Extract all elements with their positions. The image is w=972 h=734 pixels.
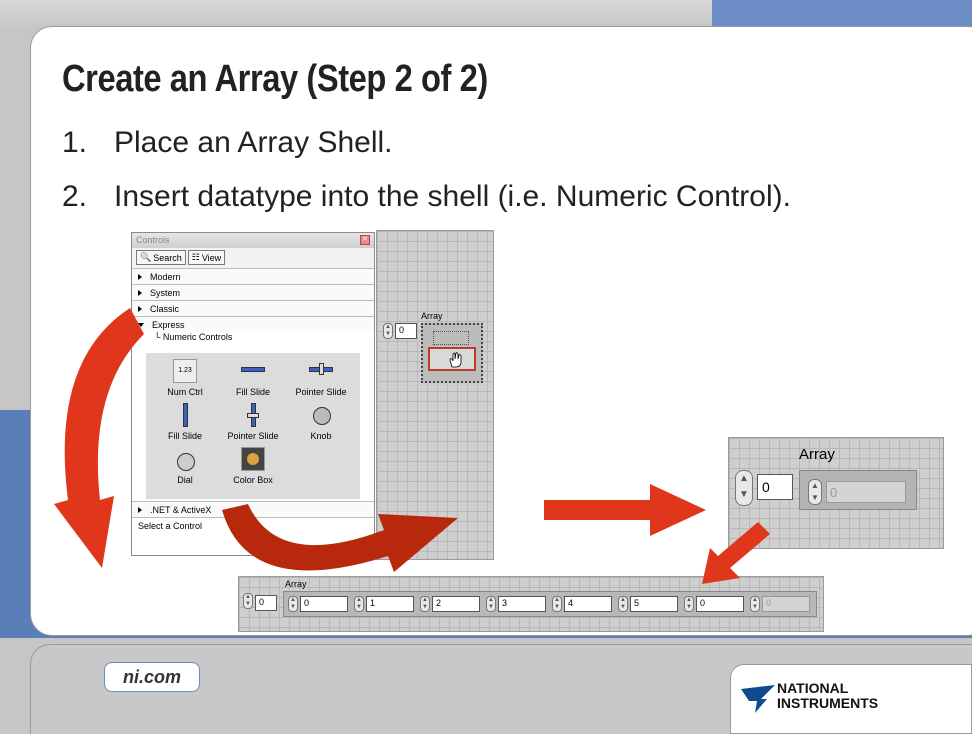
category-classic[interactable]: Classic [132,300,374,316]
control-pointer-slide-h[interactable]: Pointer Slide [286,359,356,397]
pointer-slide-icon [309,359,333,383]
slide-title: Create an Array (Step 2 of 2) [62,58,488,100]
subcategory-label: Numeric Controls [162,332,233,342]
array-element-6[interactable]: 0 [696,596,744,612]
index-spinner-1[interactable]: ▲ ▼ [383,323,393,339]
control-label: Fill Slide [235,387,270,397]
expand-icon [138,289,142,296]
control-label: Knob [310,431,332,441]
control-fill-slide-v[interactable]: Fill Slide [150,403,220,441]
category-label: Modern [150,271,181,282]
view-icon: ☷ [191,252,200,262]
palette-titlebar[interactable]: Controls ✕ [132,233,374,248]
knob-icon [309,403,333,427]
category-system[interactable]: System [132,284,374,300]
color-box-icon [241,447,265,471]
curved-arrow-bottom-icon [222,504,458,572]
category-modern[interactable]: Modern [132,268,374,284]
array-element-3[interactable]: 3 [498,596,546,612]
element-spinner[interactable]: ▲ ▼ [552,596,562,612]
search-icon: 🔍 [140,252,152,262]
index-control-1[interactable]: 0 [395,323,417,339]
element-spinner[interactable]: ▲ ▼ [486,596,496,612]
step-2-text: Insert datatype into the shell (i.e. Num… [114,180,791,213]
control-label: Num Ctrl [167,387,203,397]
element-spinner[interactable]: ▲ ▼ [618,596,628,612]
close-icon[interactable]: ✕ [360,235,370,245]
ni-link-text: ni.com [122,666,181,687]
index-control-3[interactable]: 0 [255,595,277,611]
control-knob[interactable]: Knob [286,403,356,441]
palette-toolbar: 🔍 Search ☷ View [132,248,374,268]
drop-target[interactable] [428,347,476,371]
element-spinner[interactable]: ▲ ▼ [354,596,364,612]
array-element-0[interactable]: 0 [300,596,348,612]
element-spinner[interactable]: ▲ ▼ [420,596,430,612]
diagonal-arrow-icon [702,522,770,584]
shell-placeholder [433,331,469,345]
control-pointer-slide-v[interactable]: Pointer Slide [218,403,288,441]
index-control-2[interactable]: 0 [757,474,793,500]
element-spinner[interactable]: ▲ ▼ [684,596,694,612]
vertical-pointer-slide-icon [241,403,265,427]
array-element-4[interactable]: 4 [564,596,612,612]
numeric-control-icon: 1.23 [173,359,197,383]
element-spinner[interactable]: ▲ ▼ [288,596,298,612]
array-element-1[interactable]: 1 [366,596,414,612]
array-element-2[interactable]: 2 [432,596,480,612]
subcategory-numeric[interactable]: └ Numeric Controls [132,332,374,344]
dial-icon [173,447,197,471]
palette-title: Controls [136,235,170,245]
eagle-logo-icon [741,685,775,713]
step-2: 2. Insert datatype into the shell (i.e. N… [62,180,791,214]
view-button-label: View [201,252,222,263]
element-spinner[interactable]: ▲ ▼ [750,596,760,612]
control-label: Pointer Slide [295,387,347,397]
control-dial[interactable]: Dial [150,447,220,485]
logo-line-1: NATIONAL [777,680,849,696]
curved-arrow-left-icon [54,308,144,568]
expand-icon [138,273,142,280]
array-shell[interactable] [421,323,483,383]
vertical-slide-icon [173,403,197,427]
hand-cursor-icon [449,352,462,368]
array-label-2: Array [799,446,835,463]
array-label-1: Array [421,311,443,321]
category-label: Express [152,319,185,330]
horizontal-slide-icon [241,359,265,383]
control-color-box[interactable]: Color Box [218,447,288,485]
logo-line-2: INSTRUMENTS [777,695,879,711]
control-label: Color Box [233,475,273,485]
control-grid: 1.23 Num Ctrl Fill Slide Pointer Slide F… [146,353,360,499]
category-label: .NET & ActiveX [150,504,212,515]
step-2-number: 2. [62,180,88,213]
control-label: Pointer Slide [227,431,279,441]
element-spinner-2[interactable]: ▲ ▼ [808,479,822,505]
ni-logo: NATIONAL INSTRUMENTS [730,664,972,734]
step-1: 1. Place an Array Shell. [62,126,392,160]
array-element-7[interactable]: 0 [762,596,810,612]
search-button[interactable]: 🔍 Search [136,250,186,265]
view-button[interactable]: ☷ View [187,250,226,265]
step-1-text: Place an Array Shell. [114,126,393,159]
logo-text: NATIONAL INSTRUMENTS [777,681,878,711]
array-element-5[interactable]: 5 [630,596,678,612]
array-element-frame: ▲ ▼ 0 [799,470,917,510]
control-num-ctrl[interactable]: 1.23 Num Ctrl [150,359,220,397]
category-express[interactable]: Express [132,316,374,332]
control-label: Fill Slide [167,431,202,441]
control-fill-slide-h[interactable]: Fill Slide [218,359,288,397]
right-arrow-icon [544,484,706,536]
step-1-number: 1. [62,126,88,159]
category-label: System [150,287,181,298]
category-label: Classic [150,303,180,314]
index-spinner-2[interactable]: ▲ ▼ [735,470,753,506]
search-button-label: Search [153,252,182,263]
element-control-2[interactable]: 0 [826,481,906,503]
control-label: Dial [177,475,193,485]
ni-link[interactable]: ni.com [104,662,200,692]
